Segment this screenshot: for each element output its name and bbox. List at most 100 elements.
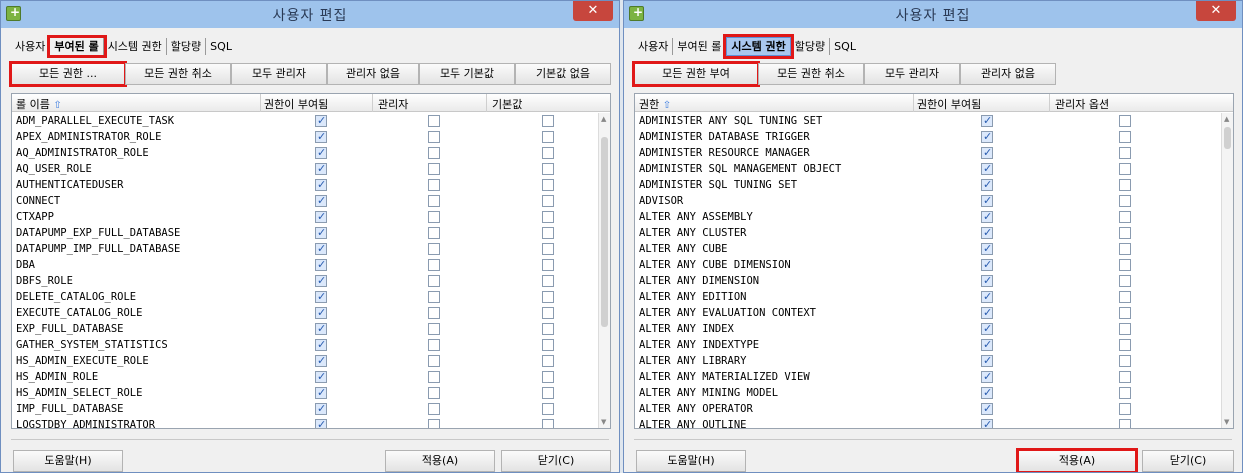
no-default-button[interactable]: 기본값 없음 bbox=[515, 63, 611, 85]
admin-checkbox[interactable] bbox=[428, 259, 440, 271]
tab-granted-roles[interactable]: 부여된 롤 bbox=[47, 34, 107, 58]
admin-checkbox[interactable] bbox=[428, 387, 440, 399]
admin-checkbox[interactable] bbox=[1119, 211, 1131, 223]
admin-checkbox[interactable] bbox=[1119, 307, 1131, 319]
table-row[interactable]: ALTER ANY CLUSTER bbox=[635, 225, 1221, 241]
granted-checkbox[interactable] bbox=[981, 401, 993, 417]
granted-checkbox[interactable] bbox=[981, 273, 993, 289]
admin-checkbox[interactable] bbox=[428, 307, 440, 319]
admin-checkbox[interactable] bbox=[428, 323, 440, 335]
default-checkbox[interactable] bbox=[542, 275, 554, 287]
granted-checkbox[interactable] bbox=[981, 129, 993, 145]
all-admin-button[interactable]: 모두 관리자 bbox=[864, 63, 960, 85]
scrollbar-thumb[interactable] bbox=[1224, 127, 1231, 149]
help-button[interactable]: 도움말(H) bbox=[636, 450, 746, 472]
granted-checkbox[interactable] bbox=[315, 177, 327, 193]
admin-checkbox[interactable] bbox=[1119, 387, 1131, 399]
table-row[interactable]: HS_ADMIN_SELECT_ROLE bbox=[12, 385, 598, 401]
admin-checkbox[interactable] bbox=[428, 211, 440, 223]
admin-checkbox[interactable] bbox=[428, 355, 440, 367]
table-row[interactable]: DATAPUMP_IMP_FULL_DATABASE bbox=[12, 241, 598, 257]
default-checkbox[interactable] bbox=[542, 211, 554, 223]
close-icon[interactable]: ✕ bbox=[1196, 1, 1236, 21]
granted-checkbox[interactable] bbox=[315, 113, 327, 129]
table-row[interactable]: EXECUTE_CATALOG_ROLE bbox=[12, 305, 598, 321]
admin-checkbox[interactable] bbox=[1119, 419, 1131, 428]
admin-checkbox[interactable] bbox=[1119, 115, 1131, 127]
admin-checkbox[interactable] bbox=[1119, 163, 1131, 175]
scroll-up-icon[interactable]: ▲ bbox=[601, 115, 606, 123]
tab-granted-roles[interactable]: 부여된 롤 bbox=[673, 37, 727, 55]
admin-checkbox[interactable] bbox=[1119, 355, 1131, 367]
default-checkbox[interactable] bbox=[542, 419, 554, 428]
tab-user[interactable]: 사용자 bbox=[634, 37, 674, 55]
default-checkbox[interactable] bbox=[542, 227, 554, 239]
admin-checkbox[interactable] bbox=[428, 131, 440, 143]
granted-checkbox[interactable] bbox=[315, 209, 327, 225]
granted-checkbox[interactable] bbox=[315, 225, 327, 241]
granted-checkbox[interactable] bbox=[315, 305, 327, 321]
column-header-admin-option[interactable]: 관리자 옵션 bbox=[1055, 96, 1109, 112]
tab-sql[interactable]: SQL bbox=[830, 38, 860, 55]
table-row[interactable]: DELETE_CATALOG_ROLE bbox=[12, 289, 598, 305]
default-checkbox[interactable] bbox=[542, 147, 554, 159]
table-row[interactable]: AQ_ADMINISTRATOR_ROLE bbox=[12, 145, 598, 161]
granted-checkbox[interactable] bbox=[315, 145, 327, 161]
tab-sql[interactable]: SQL bbox=[206, 38, 236, 55]
revoke-all-button[interactable]: 모든 권한 취소 bbox=[125, 63, 231, 85]
admin-checkbox[interactable] bbox=[1119, 291, 1131, 303]
table-row[interactable]: ADMINISTER SQL MANAGEMENT OBJECT bbox=[635, 161, 1221, 177]
no-admin-button[interactable]: 관리자 없음 bbox=[960, 63, 1056, 85]
admin-checkbox[interactable] bbox=[1119, 371, 1131, 383]
table-row[interactable]: ALTER ANY DIMENSION bbox=[635, 273, 1221, 289]
granted-checkbox[interactable] bbox=[315, 273, 327, 289]
apply-button[interactable]: 적용(A) bbox=[1016, 448, 1138, 472]
scrollbar-thumb[interactable] bbox=[601, 137, 608, 327]
table-row[interactable]: IMP_FULL_DATABASE bbox=[12, 401, 598, 417]
granted-checkbox[interactable] bbox=[981, 145, 993, 161]
granted-checkbox[interactable] bbox=[981, 241, 993, 257]
admin-checkbox[interactable] bbox=[1119, 323, 1131, 335]
column-header-default[interactable]: 기본값 bbox=[492, 96, 522, 112]
table-row[interactable]: ALTER ANY CUBE bbox=[635, 241, 1221, 257]
table-row[interactable]: DATAPUMP_EXP_FULL_DATABASE bbox=[12, 225, 598, 241]
table-row[interactable]: DBA bbox=[12, 257, 598, 273]
admin-checkbox[interactable] bbox=[428, 403, 440, 415]
default-checkbox[interactable] bbox=[542, 339, 554, 351]
granted-checkbox[interactable] bbox=[315, 193, 327, 209]
all-admin-button[interactable]: 모두 관리자 bbox=[231, 63, 327, 85]
granted-checkbox[interactable] bbox=[315, 353, 327, 369]
default-checkbox[interactable] bbox=[542, 115, 554, 127]
close-icon[interactable]: ✕ bbox=[573, 1, 613, 21]
all-default-button[interactable]: 모두 기본값 bbox=[419, 63, 515, 85]
granted-checkbox[interactable] bbox=[981, 385, 993, 401]
granted-checkbox[interactable] bbox=[315, 241, 327, 257]
tab-system-privileges[interactable]: 시스템 권한 bbox=[723, 33, 794, 59]
granted-checkbox[interactable] bbox=[315, 161, 327, 177]
title-bar[interactable]: 사용자 편집 ✕ bbox=[1, 1, 619, 28]
granted-checkbox[interactable] bbox=[981, 193, 993, 209]
default-checkbox[interactable] bbox=[542, 323, 554, 335]
granted-checkbox[interactable] bbox=[315, 321, 327, 337]
table-row[interactable]: DBFS_ROLE bbox=[12, 273, 598, 289]
granted-checkbox[interactable] bbox=[315, 417, 327, 428]
admin-checkbox[interactable] bbox=[1119, 227, 1131, 239]
tab-quota[interactable]: 할당량 bbox=[791, 37, 831, 55]
table-row[interactable]: ADVISOR bbox=[635, 193, 1221, 209]
granted-checkbox[interactable] bbox=[981, 161, 993, 177]
column-header-privilege[interactable]: 권한 ⇧ bbox=[639, 96, 671, 112]
granted-checkbox[interactable] bbox=[981, 321, 993, 337]
admin-checkbox[interactable] bbox=[428, 291, 440, 303]
granted-checkbox[interactable] bbox=[315, 385, 327, 401]
table-row[interactable]: CTXAPP bbox=[12, 209, 598, 225]
admin-checkbox[interactable] bbox=[1119, 147, 1131, 159]
table-row[interactable]: HS_ADMIN_ROLE bbox=[12, 369, 598, 385]
table-row[interactable]: ALTER ANY MATERIALIZED VIEW bbox=[635, 369, 1221, 385]
default-checkbox[interactable] bbox=[542, 259, 554, 271]
admin-checkbox[interactable] bbox=[428, 243, 440, 255]
table-row[interactable]: LOGSTDBY_ADMINISTRATOR bbox=[12, 417, 598, 428]
apply-button[interactable]: 적용(A) bbox=[385, 450, 495, 472]
table-row[interactable]: ADMINISTER DATABASE TRIGGER bbox=[635, 129, 1221, 145]
scroll-down-icon[interactable]: ▼ bbox=[1224, 418, 1229, 426]
table-row[interactable]: CONNECT bbox=[12, 193, 598, 209]
